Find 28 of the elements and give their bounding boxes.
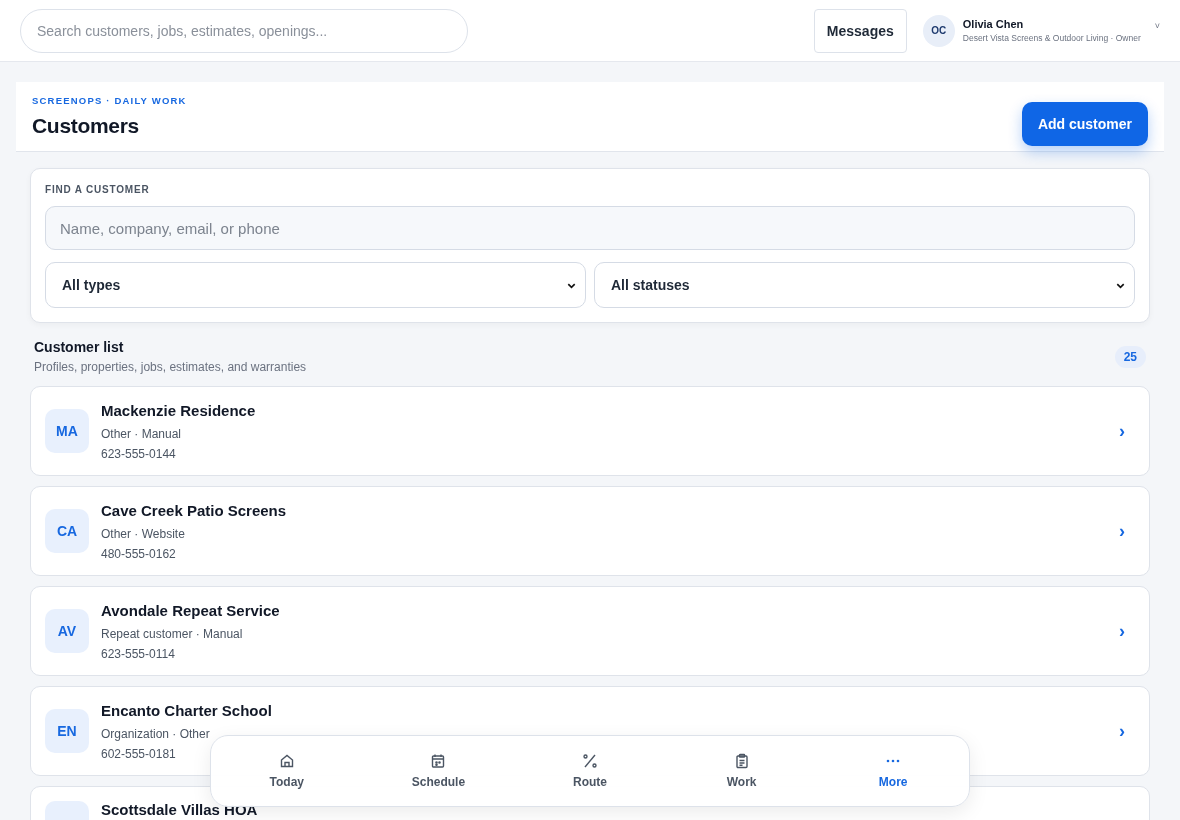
customer-avatar: CA [45, 509, 89, 553]
customer-avatar: EN [45, 709, 89, 753]
customer-name: Encanto Charter School [101, 701, 273, 719]
customer-avatar: MA [45, 409, 89, 453]
customer-phone: 602-555-0181 [101, 746, 177, 761]
customer-phone: 623-555-0144 [101, 446, 177, 461]
customer-name: Cave Creek Patio Screens [101, 501, 288, 519]
filter-label: FIND A CUSTOMER [45, 184, 151, 195]
count-badge: 25 [1114, 345, 1146, 368]
chevron-icon: › [1119, 620, 1125, 642]
chevron-icon: › [1119, 420, 1125, 442]
list-title: Customer list [34, 339, 125, 355]
chevron-icon: › [1119, 520, 1125, 542]
customer-phone: 623-555-0114 [101, 646, 176, 661]
customer-meta: Organization · Other [101, 726, 211, 741]
list-subtitle: Profiles, properties, jobs, estimates, and warranties [34, 360, 307, 374]
eyebrow-label: SCREENOPS · DAILY WORK [32, 95, 187, 106]
chevron-icon: › [1119, 720, 1125, 742]
customer-meta: Other · Website [101, 526, 186, 541]
user-subtitle: Desert Vista Screens & Outdoor Living · Owner [962, 33, 1141, 43]
customer-phone: 480-555-0162 [101, 546, 177, 561]
user-name: Olivia Chen [962, 18, 1025, 30]
page-title: Customers [32, 114, 140, 138]
customer-avatar: AV [45, 609, 89, 653]
customer-meta: Other · Manual [101, 426, 183, 441]
customer-name: Avondale Repeat Service [101, 601, 281, 619]
customer-meta: Repeat customer · Manual [101, 626, 244, 641]
customer-name: Mackenzie Residence [101, 401, 257, 419]
